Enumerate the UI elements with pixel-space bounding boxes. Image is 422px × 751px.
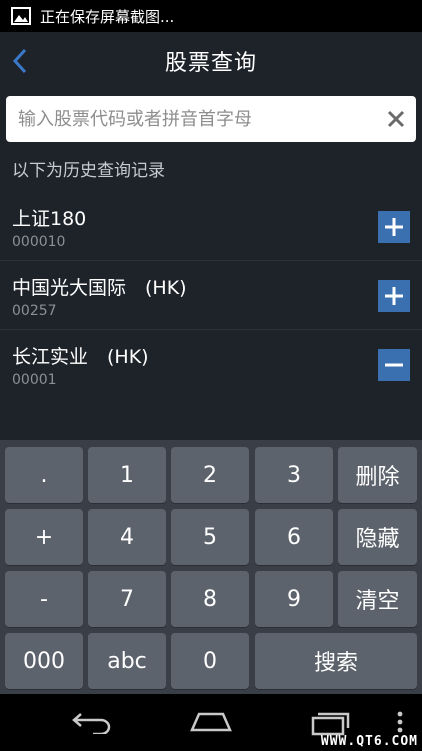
search-input[interactable]	[6, 96, 376, 142]
stock-name: 上证180	[12, 208, 87, 230]
key-2[interactable]: 2	[171, 447, 249, 503]
add-stock-button[interactable]	[378, 280, 410, 312]
navigation-bar: WWW.QT6.COM	[0, 694, 422, 751]
hide-key[interactable]: 隐藏	[338, 509, 417, 565]
history-label: 以下为历史查询记录	[12, 161, 165, 181]
clear-key[interactable]: 清空	[338, 571, 417, 627]
stock-code: 000010	[12, 234, 66, 250]
delete-key[interactable]: 删除	[338, 447, 417, 503]
add-stock-button[interactable]	[378, 211, 410, 243]
more-vert-icon	[397, 711, 403, 733]
key-dot[interactable]: .	[5, 447, 83, 503]
key-4[interactable]: 4	[88, 509, 166, 565]
image-icon	[11, 7, 31, 25]
close-icon	[387, 110, 405, 128]
stock-code: 00257	[12, 303, 57, 319]
key-minus[interactable]: -	[5, 571, 83, 627]
key-6[interactable]: 6	[255, 509, 333, 565]
stock-list: 上证180 000010 中国光大国际 (HK) 00257 长江实业 (HK)…	[0, 192, 422, 399]
list-item[interactable]: 上证180 000010	[0, 192, 422, 261]
search-box	[6, 96, 416, 142]
plus-icon	[385, 287, 403, 305]
minus-icon	[385, 363, 403, 367]
numeric-keyboard: . 1 2 3 删除 + 4 5 6 隐藏 - 7 8 9 清空 000 abc…	[0, 440, 422, 694]
watermark: WWW.QT6.COM	[320, 734, 418, 749]
key-5[interactable]: 5	[171, 509, 249, 565]
home-icon	[190, 712, 232, 732]
back-button[interactable]	[0, 32, 40, 90]
remove-stock-button[interactable]	[378, 349, 410, 381]
search-key[interactable]: 搜索	[255, 633, 417, 689]
key-7[interactable]: 7	[88, 571, 166, 627]
key-8[interactable]: 8	[171, 571, 249, 627]
page-title: 股票查询	[164, 51, 257, 76]
plus-icon	[385, 218, 403, 236]
nav-back-button[interactable]	[66, 702, 120, 742]
stock-name: 中国光大国际 (HK)	[12, 277, 187, 299]
clear-button[interactable]	[376, 97, 416, 141]
list-item[interactable]: 中国光大国际 (HK) 00257	[0, 261, 422, 330]
notification-text: 正在保存屏幕截图...	[40, 7, 175, 26]
key-000[interactable]: 000	[5, 633, 83, 689]
recents-icon	[311, 712, 350, 736]
key-abc[interactable]: abc	[88, 633, 166, 689]
stock-code: 00001	[12, 372, 57, 388]
nav-home-button[interactable]	[184, 702, 238, 742]
key-1[interactable]: 1	[88, 447, 166, 503]
chevron-left-icon	[12, 48, 27, 74]
key-9[interactable]: 9	[255, 571, 333, 627]
list-item[interactable]: 长江实业 (HK) 00001	[0, 330, 422, 399]
title-bar: 股票查询	[0, 32, 422, 90]
status-bar: 正在保存屏幕截图...	[0, 0, 422, 32]
key-plus[interactable]: +	[5, 509, 83, 565]
key-0[interactable]: 0	[171, 633, 249, 689]
back-arrow-icon	[72, 713, 111, 734]
key-3[interactable]: 3	[255, 447, 333, 503]
stock-name: 长江实业 (HK)	[12, 346, 149, 368]
